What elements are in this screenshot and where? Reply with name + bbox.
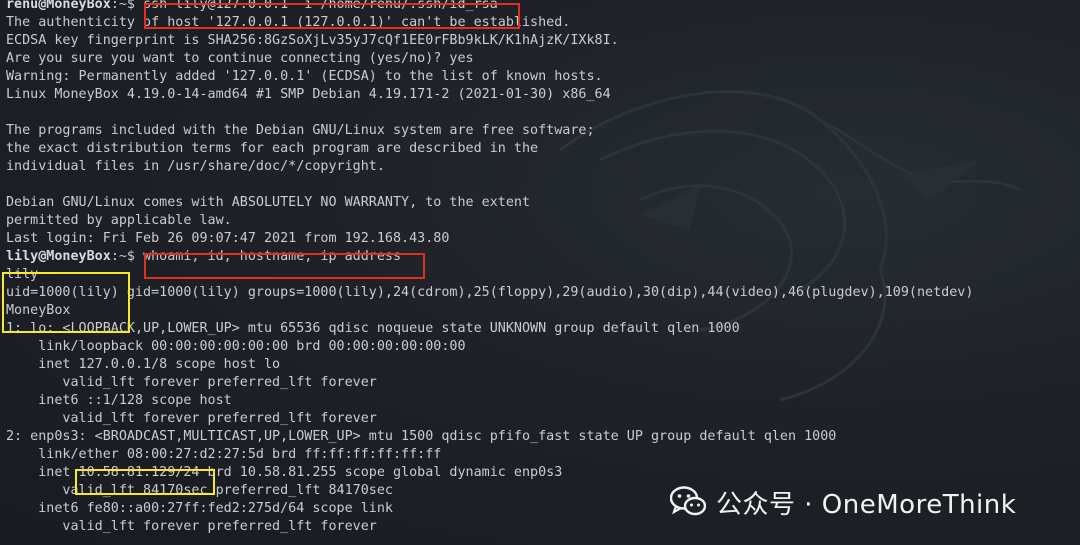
terminal-line: Linux MoneyBox 4.19.0-14-amd64 #1 SMP De… xyxy=(6,87,611,102)
terminal-line: renu@MoneyBox:~$ ssh lily@127.0.0.1 -i /… xyxy=(6,0,1076,14)
watermark-text: 公众号 · OneMoreThink xyxy=(716,489,1017,520)
terminal-line: The authenticity of host '127.0.0.1 (127… xyxy=(6,15,571,30)
terminal-line: inet 127.0.0.1/8 scope host lo xyxy=(6,357,281,372)
terminal-line: valid_lft forever preferred_lft forever xyxy=(6,411,377,426)
command-text: whoami; id; hostname; ip address xyxy=(143,249,402,264)
terminal-line: uid=1000(lily) gid=1000(lily) groups=100… xyxy=(6,285,974,300)
prompt-user-host: lily@MoneyBox xyxy=(6,249,111,264)
terminal-line: Debian GNU/Linux comes with ABSOLUTELY N… xyxy=(6,195,531,210)
terminal-line: inet6 ::1/128 scope host xyxy=(6,393,232,408)
terminal-line: Are you sure you want to continue connec… xyxy=(6,51,474,66)
wechat-icon xyxy=(670,486,706,516)
terminal-line: 2: enp0s3: <BROADCAST,MULTICAST,UP,LOWER… xyxy=(6,429,837,444)
prompt-separator: :~$ xyxy=(110,249,144,264)
command-text: ssh lily@127.0.0.1 -i /home/renu/.ssh/id… xyxy=(143,0,498,12)
terminal-line: Warning: Permanently added '127.0.0.1' (… xyxy=(6,69,603,84)
terminal-line: link/ether 08:00:27:d2:27:5d brd ff:ff:f… xyxy=(6,447,442,462)
terminal-line: MoneyBox xyxy=(6,303,71,318)
terminal-line: ECDSA key fingerprint is SHA256:8GzSoXjL… xyxy=(6,33,619,48)
terminal-line: 1: lo: <LOOPBACK,UP,LOWER_UP> mtu 65536 … xyxy=(6,321,740,336)
terminal-line: lily@MoneyBox:~$ whoami; id; hostname; i… xyxy=(6,248,1076,266)
terminal-output: renu@MoneyBox:~$ ssh lily@127.0.0.1 -i /… xyxy=(6,0,1076,536)
terminal-line: the exact distribution terms for each pr… xyxy=(6,141,539,156)
prompt-user-host: renu@MoneyBox xyxy=(6,0,111,12)
terminal-line: inet 10.58.81.129/24 brd 10.58.81.255 sc… xyxy=(6,465,563,480)
terminal-line: individual files in /usr/share/doc/*/cop… xyxy=(6,159,385,174)
terminal-line: permitted by applicable law. xyxy=(6,213,232,228)
prompt-separator: :~$ xyxy=(110,0,144,12)
watermark: 公众号 · OneMoreThink xyxy=(670,482,1016,522)
terminal-line: lily xyxy=(6,267,39,282)
terminal-line: The programs included with the Debian GN… xyxy=(6,123,595,138)
terminal-line: valid_lft forever preferred_lft forever xyxy=(6,375,377,390)
terminal-line: link/loopback 00:00:00:00:00:00 brd 00:0… xyxy=(6,339,466,354)
terminal-line: Last login: Fri Feb 26 09:07:47 2021 fro… xyxy=(6,231,450,246)
